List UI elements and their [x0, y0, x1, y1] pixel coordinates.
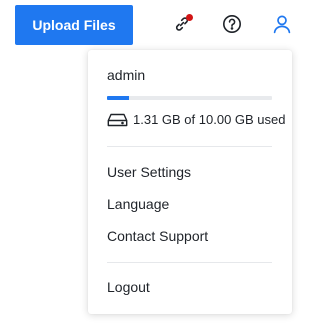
storage-usage-bar — [107, 96, 272, 100]
account-dropdown-menu: admin 1.31 GB of 10.00 GB used User Sett… — [88, 50, 292, 314]
storage-usage-fill — [107, 96, 129, 100]
storage-usage-text: 1.31 GB of 10.00 GB used — [133, 112, 286, 127]
user-settings-menu-item[interactable]: User Settings — [107, 164, 191, 180]
storage-info: 1.31 GB of 10.00 GB used — [107, 112, 286, 127]
link-icon[interactable] — [170, 12, 194, 36]
account-username: admin — [107, 67, 146, 83]
language-menu-item[interactable]: Language — [107, 196, 169, 212]
menu-divider — [107, 262, 272, 263]
help-icon[interactable] — [220, 12, 244, 36]
notification-dot — [186, 14, 193, 21]
contact-support-menu-item[interactable]: Contact Support — [107, 228, 208, 244]
user-icon[interactable] — [270, 12, 294, 36]
hard-drive-icon — [107, 113, 128, 127]
upload-files-button[interactable]: Upload Files — [15, 5, 133, 45]
logout-menu-item[interactable]: Logout — [107, 279, 150, 295]
menu-divider — [107, 146, 272, 147]
